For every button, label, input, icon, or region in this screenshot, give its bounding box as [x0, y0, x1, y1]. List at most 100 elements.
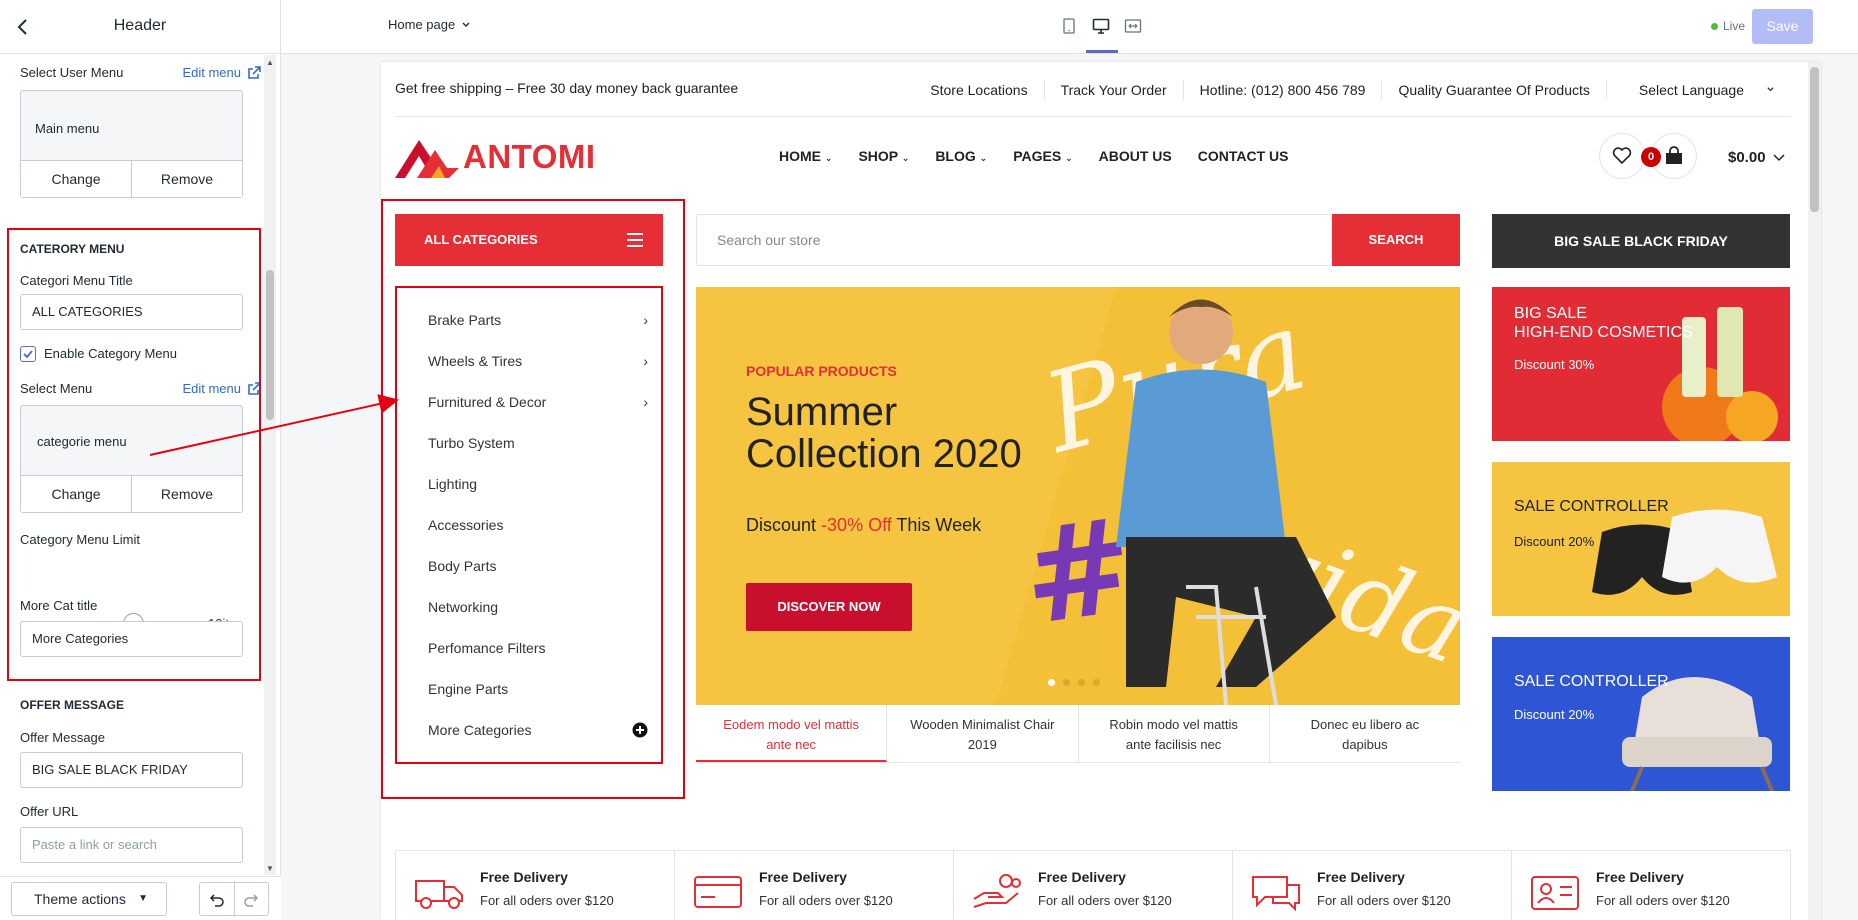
all-categories-button[interactable]: ALL CATEGORIES [395, 214, 663, 266]
credit-card-icon [694, 876, 742, 908]
hero-tab-line1: Robin modo vel mattis [1109, 717, 1238, 732]
promo-banner-controller[interactable]: SALE CONTROLLER Discount 20% [1492, 462, 1790, 616]
store-search-button[interactable]: SEARCH [1332, 214, 1460, 266]
slider-dot[interactable] [1078, 679, 1085, 686]
nav-contact-us[interactable]: CONTACT US [1198, 148, 1289, 164]
promo-banner-cosmetics[interactable]: BIG SALE HIGH-END COSMETICS Discount 30% [1492, 287, 1790, 441]
category-item[interactable]: Turbo System [428, 423, 648, 463]
more-categories-item[interactable]: More Categories [428, 710, 648, 750]
category-item-label: Turbo System [428, 435, 515, 451]
slider-dot[interactable] [1048, 679, 1055, 686]
scroll-down-icon[interactable]: ▼ [266, 864, 274, 873]
edit-user-menu-link[interactable]: Edit menu [182, 65, 261, 80]
user-menu-name: Main menu [35, 121, 100, 136]
chevron-down-icon [1773, 153, 1785, 161]
hero-tab-line1: Wooden Minimalist Chair [910, 717, 1055, 732]
hero-tab[interactable]: Robin modo vel mattis ante facilisis nec [1079, 705, 1270, 762]
change-user-menu-button[interactable]: Change [21, 161, 131, 197]
category-item[interactable]: Engine Parts [428, 669, 648, 709]
hero-tab[interactable]: Wooden Minimalist Chair 2019 [887, 705, 1079, 762]
nav-home-label: HOME [779, 148, 821, 164]
category-item[interactable]: Perfomance Filters [428, 628, 648, 668]
banner-title: BIG SALE HIGH-END COSMETICS [1514, 304, 1693, 342]
hamburger-icon [627, 233, 643, 251]
hero-subtitle: POPULAR PRODUCTS [746, 363, 897, 379]
offer-message-label: Offer Message [20, 730, 106, 745]
store-search-input[interactable]: Search our store [696, 214, 1332, 266]
category-item[interactable]: Lighting [428, 464, 648, 504]
chevron-down-icon: ⌄ [901, 153, 910, 163]
wishlist-button[interactable] [1599, 133, 1645, 179]
external-link-icon [248, 65, 261, 79]
offer-url-input[interactable]: Paste a link or search [20, 827, 243, 863]
category-item[interactable]: Brake Parts › [428, 300, 648, 340]
hero-tab-line1: Eodem modo vel mattis [723, 717, 860, 732]
sidebar-scroll-thumb[interactable] [266, 270, 274, 420]
main-navigation: HOME ⌄ SHOP ⌄ BLOG ⌄ PAGES ⌄ ABOUT US CO… [779, 148, 1288, 164]
hero-slide-tabs: Eodem modo vel mattis ante nec Wooden Min… [696, 705, 1460, 763]
offer-url-label: Offer URL [20, 804, 79, 819]
offer-message-input[interactable]: BIG SALE BLACK FRIDAY [20, 752, 243, 788]
store-locations-link[interactable]: Store Locations [914, 80, 1043, 100]
hero-tab-line2: ante nec [766, 737, 817, 752]
sidebar-scrollbar[interactable]: ▲ ▼ [264, 55, 276, 875]
preview-scroll-thumb[interactable] [1810, 67, 1819, 212]
offer-message-banner[interactable]: BIG SALE BLACK FRIDAY [1492, 214, 1790, 268]
language-selector-label: Select Language [1638, 81, 1744, 98]
fullwidth-view-icon[interactable] [1122, 14, 1144, 38]
category-item[interactable]: Body Parts [428, 546, 648, 586]
hero-tab[interactable]: Eodem modo vel mattis ante nec [696, 705, 888, 762]
hero-tab[interactable]: Donec eu libero ac dapibus [1270, 705, 1460, 762]
top-links: Store Locations Track Your Order Hotline… [914, 62, 1791, 117]
undo-button[interactable] [200, 883, 234, 915]
page-selector[interactable]: Home page [388, 17, 471, 32]
hero-title-line1: Summer [746, 390, 898, 434]
shopping-bag-icon [1666, 146, 1682, 164]
hero-title: Summer Collection 2020 [746, 391, 1022, 475]
nav-home[interactable]: HOME ⌄ [779, 148, 832, 164]
preview-scrollbar[interactable] [1808, 62, 1821, 920]
track-order-link[interactable]: Track Your Order [1043, 79, 1183, 100]
slider-dot[interactable] [1063, 679, 1070, 686]
feature-item: Free Delivery For all oders over $120 [954, 851, 1233, 920]
features-row: Free Delivery For all oders over $120 Fr… [395, 850, 1791, 920]
store-logo[interactable]: ANTOMI [395, 136, 596, 178]
hero-discount-pre: Discount [746, 515, 822, 535]
theme-settings-sidebar: Header Select User Menu Edit menu Main m… [0, 0, 281, 920]
category-item[interactable]: Networking [428, 587, 648, 627]
nav-about-us[interactable]: ABOUT US [1099, 148, 1172, 164]
redo-button[interactable] [233, 883, 269, 915]
language-selector[interactable]: Select Language [1605, 79, 1791, 100]
category-item[interactable]: Accessories [428, 505, 648, 545]
theme-actions-button[interactable]: Theme actions ▼ [11, 882, 167, 916]
category-item-label: Brake Parts [428, 312, 502, 328]
nav-blog-label: BLOG [935, 148, 976, 164]
remove-user-menu-button[interactable]: Remove [131, 161, 242, 197]
cart-total[interactable]: $0.00 [1728, 149, 1786, 166]
chevron-down-icon: ⌄ [1065, 153, 1073, 163]
discover-now-button[interactable]: DISCOVER NOW [746, 583, 912, 631]
nav-pages[interactable]: PAGES ⌄ [1013, 148, 1072, 164]
save-button[interactable]: Save [1752, 9, 1813, 44]
hero-title-line2: Collection 2020 [746, 432, 1022, 476]
quality-guarantee-link[interactable]: Quality Guarantee Of Products [1381, 79, 1605, 100]
edit-menu-label: Edit menu [182, 65, 241, 80]
category-item[interactable]: Wheels & Tires › [428, 341, 648, 381]
sidebar-header: Header [0, 0, 280, 54]
slider-dot[interactable] [1093, 679, 1100, 686]
nav-blog[interactable]: BLOG ⌄ [935, 148, 987, 164]
mobile-view-icon[interactable] [1058, 14, 1080, 38]
category-item-label: Lighting [428, 476, 478, 492]
chat-icon [1252, 876, 1300, 911]
chevron-down-icon [1767, 87, 1774, 92]
nav-shop[interactable]: SHOP ⌄ [858, 148, 909, 164]
banner-discount: Discount 20% [1514, 707, 1595, 722]
scroll-up-icon[interactable]: ▲ [266, 58, 274, 67]
banner-discount: Discount 20% [1514, 534, 1595, 549]
feature-desc: For all oders over $120 [480, 893, 614, 908]
category-list: Brake Parts › Wheels & Tires › Furnitured … [395, 286, 663, 764]
category-item[interactable]: Furnitured & Decor › [428, 382, 648, 422]
desktop-view-icon[interactable] [1090, 14, 1112, 38]
truck-icon [415, 880, 463, 909]
promo-banner-chair[interactable]: SALE CONTROLLER Discount 20% [1492, 637, 1790, 791]
